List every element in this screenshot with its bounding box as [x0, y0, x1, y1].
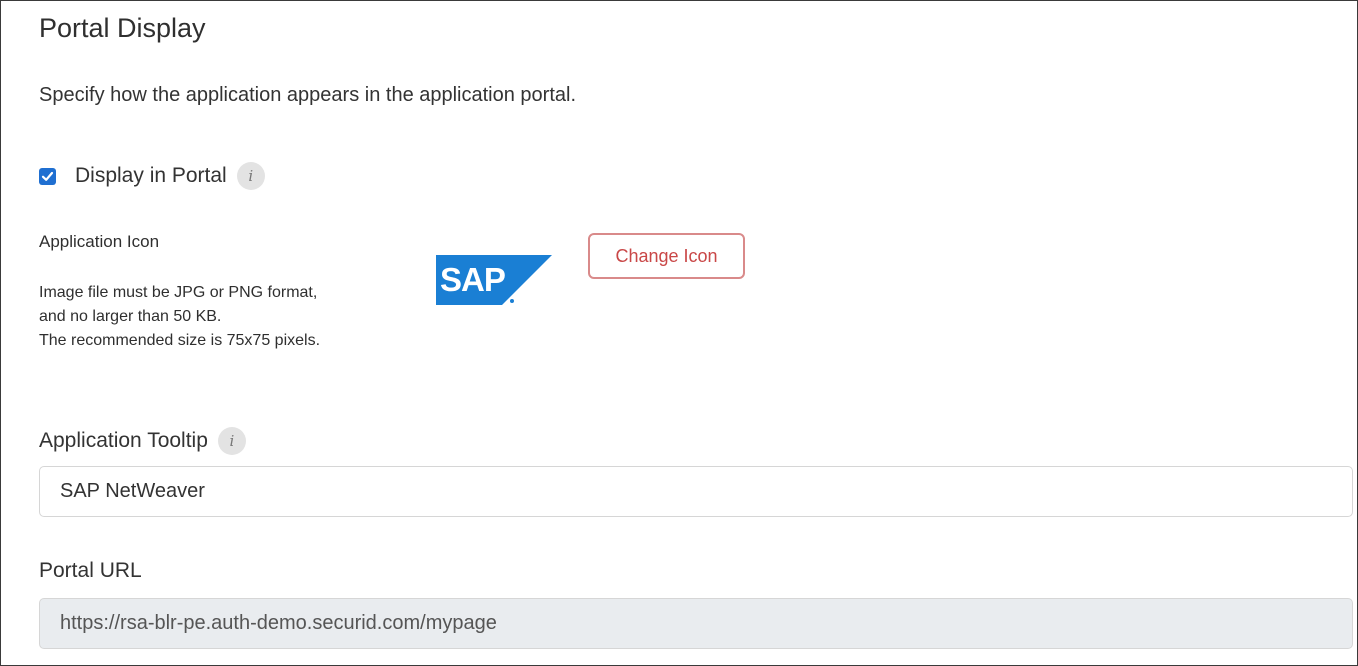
application-icon-label: Application Icon [39, 232, 160, 251]
svg-text:SAP: SAP [440, 261, 505, 298]
icon-help-line: Image file must be JPG or PNG format, [39, 284, 318, 301]
section-title: Portal Display [39, 13, 206, 43]
sap-logo: SAP [436, 255, 552, 305]
change-icon-button[interactable]: Change Icon [588, 233, 745, 279]
display-in-portal-checkbox[interactable] [39, 167, 56, 185]
application-icon-help: Image file must be JPG or PNG format, an… [39, 281, 320, 353]
checkmark-icon [41, 171, 54, 181]
icon-help-line: The recommended size is 75x75 pixels. [39, 332, 321, 349]
application-tooltip-input[interactable] [39, 466, 1353, 517]
display-in-portal-row: Display in Portal i [39, 161, 265, 191]
info-icon[interactable]: i [236, 162, 265, 190]
portal-display-panel: Portal Display Specify how the applicati… [0, 0, 1358, 666]
display-in-portal-label[interactable]: Display in Portal [75, 164, 227, 188]
portal-url-label: Portal URL [39, 559, 142, 582]
application-tooltip-label-row: Application Tooltip i [39, 426, 246, 456]
section-description: Specify how the application appears in t… [39, 84, 577, 106]
icon-help-line: and no larger than 50 KB. [39, 308, 222, 325]
portal-url-input[interactable] [39, 598, 1353, 649]
application-tooltip-label: Application Tooltip [39, 429, 208, 452]
info-icon[interactable]: i [217, 427, 246, 455]
